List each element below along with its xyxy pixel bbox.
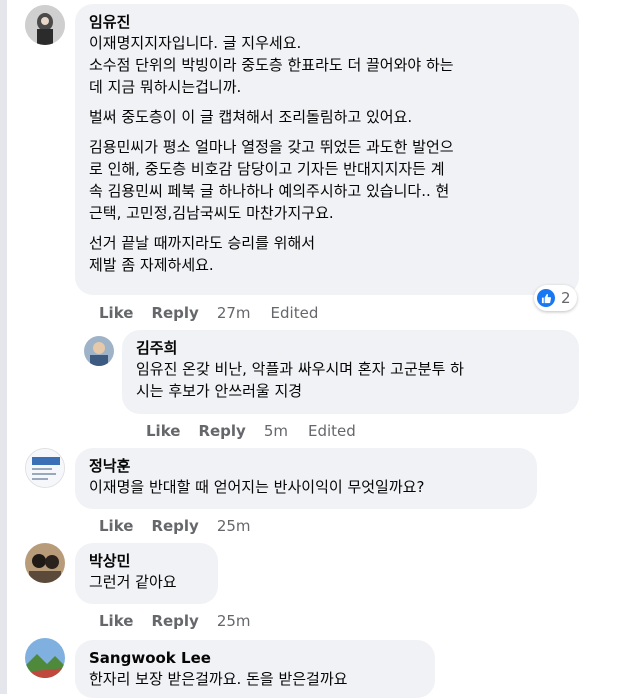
comment-text: 그런거 같아요 (89, 573, 177, 591)
reaction-count: 2 (561, 289, 571, 307)
reply-button[interactable]: Reply (151, 516, 198, 536)
reaction-summary[interactable]: 2 (534, 285, 577, 311)
comment-bubble: 임유진 이재명지지자입니다. 글 지우세요. 소수점 단위의 박빙이라 중도층 … (75, 4, 579, 295)
comment-actions: Like Reply 27m Edited (99, 303, 318, 323)
thread-line (0, 0, 7, 694)
comment-text: 소수점 단위의 박빙이라 중도층 한표라도 더 끌어와야 하는 데 지금 뭐하시… (89, 56, 454, 96)
comment-text: 임유진 온갖 비난, 악플과 싸우시며 혼자 고군분투 하 시는 후보가 안쓰러… (136, 360, 464, 400)
comment-bubble: Sangwook Lee 한자리 보장 받은걸까요. 돈을 받은걸까요 (75, 640, 435, 698)
comment-bubble: 박상민 그런거 같아요 (75, 543, 218, 604)
comment-author[interactable]: Sangwook Lee (89, 648, 423, 668)
avatar[interactable] (25, 638, 65, 678)
comment-actions: Like Reply 25m (99, 611, 251, 631)
comment-text: 한자리 보장 받은걸까요. 돈을 받은걸까요 (89, 670, 348, 688)
comment-text: 선거 끝날 때까지라도 승리를 위해서 제발 좀 자제하세요. (89, 234, 316, 274)
comment-bubble: 김주희 임유진 온갖 비난, 악플과 싸우시며 혼자 고군분투 하 시는 후보가… (122, 330, 579, 414)
like-button[interactable]: Like (146, 421, 180, 441)
comment-text: 이재명을 반대할 때 얻어지는 반사이익이 무엇일까요? (89, 478, 425, 496)
avatar[interactable] (25, 543, 65, 583)
timestamp[interactable]: 27m (217, 303, 251, 323)
avatar[interactable] (25, 5, 65, 45)
edited-label[interactable]: Edited (308, 421, 356, 441)
reply-button[interactable]: Reply (151, 611, 198, 631)
comment-actions: Like Reply 5m Edited (146, 421, 356, 441)
timestamp[interactable]: 25m (217, 611, 251, 631)
reply-button[interactable]: Reply (151, 303, 198, 323)
thumbs-up-icon (537, 289, 555, 307)
timestamp[interactable]: 25m (217, 516, 251, 536)
comment-bubble: 정낙훈 이재명을 반대할 때 얻어지는 반사이익이 무엇일까요? (75, 448, 537, 509)
like-button[interactable]: Like (99, 611, 133, 631)
comment-author[interactable]: 박상민 (89, 551, 206, 571)
timestamp[interactable]: 5m (264, 421, 288, 441)
like-button[interactable]: Like (99, 303, 133, 323)
comment-text: 이재명지지자입니다. 글 지우세요. (89, 34, 302, 52)
like-button[interactable]: Like (99, 516, 133, 536)
avatar[interactable] (25, 448, 65, 488)
comment-text: 벌써 중도층이 이 글 캡쳐해서 조리돌림하고 있어요. (89, 108, 413, 126)
comment-author[interactable]: 정낙훈 (89, 456, 525, 476)
avatar[interactable] (84, 336, 114, 366)
edited-label[interactable]: Edited (271, 303, 319, 323)
comment-author[interactable]: 김주희 (136, 338, 567, 358)
comment-author[interactable]: 임유진 (89, 12, 567, 32)
comment-text: 김용민씨가 평소 얼마나 열정을 갖고 뛰었든 과도한 발언으 로 인해, 중도… (89, 138, 454, 222)
reply-button[interactable]: Reply (198, 421, 245, 441)
comment-actions: Like Reply 25m (99, 516, 251, 536)
